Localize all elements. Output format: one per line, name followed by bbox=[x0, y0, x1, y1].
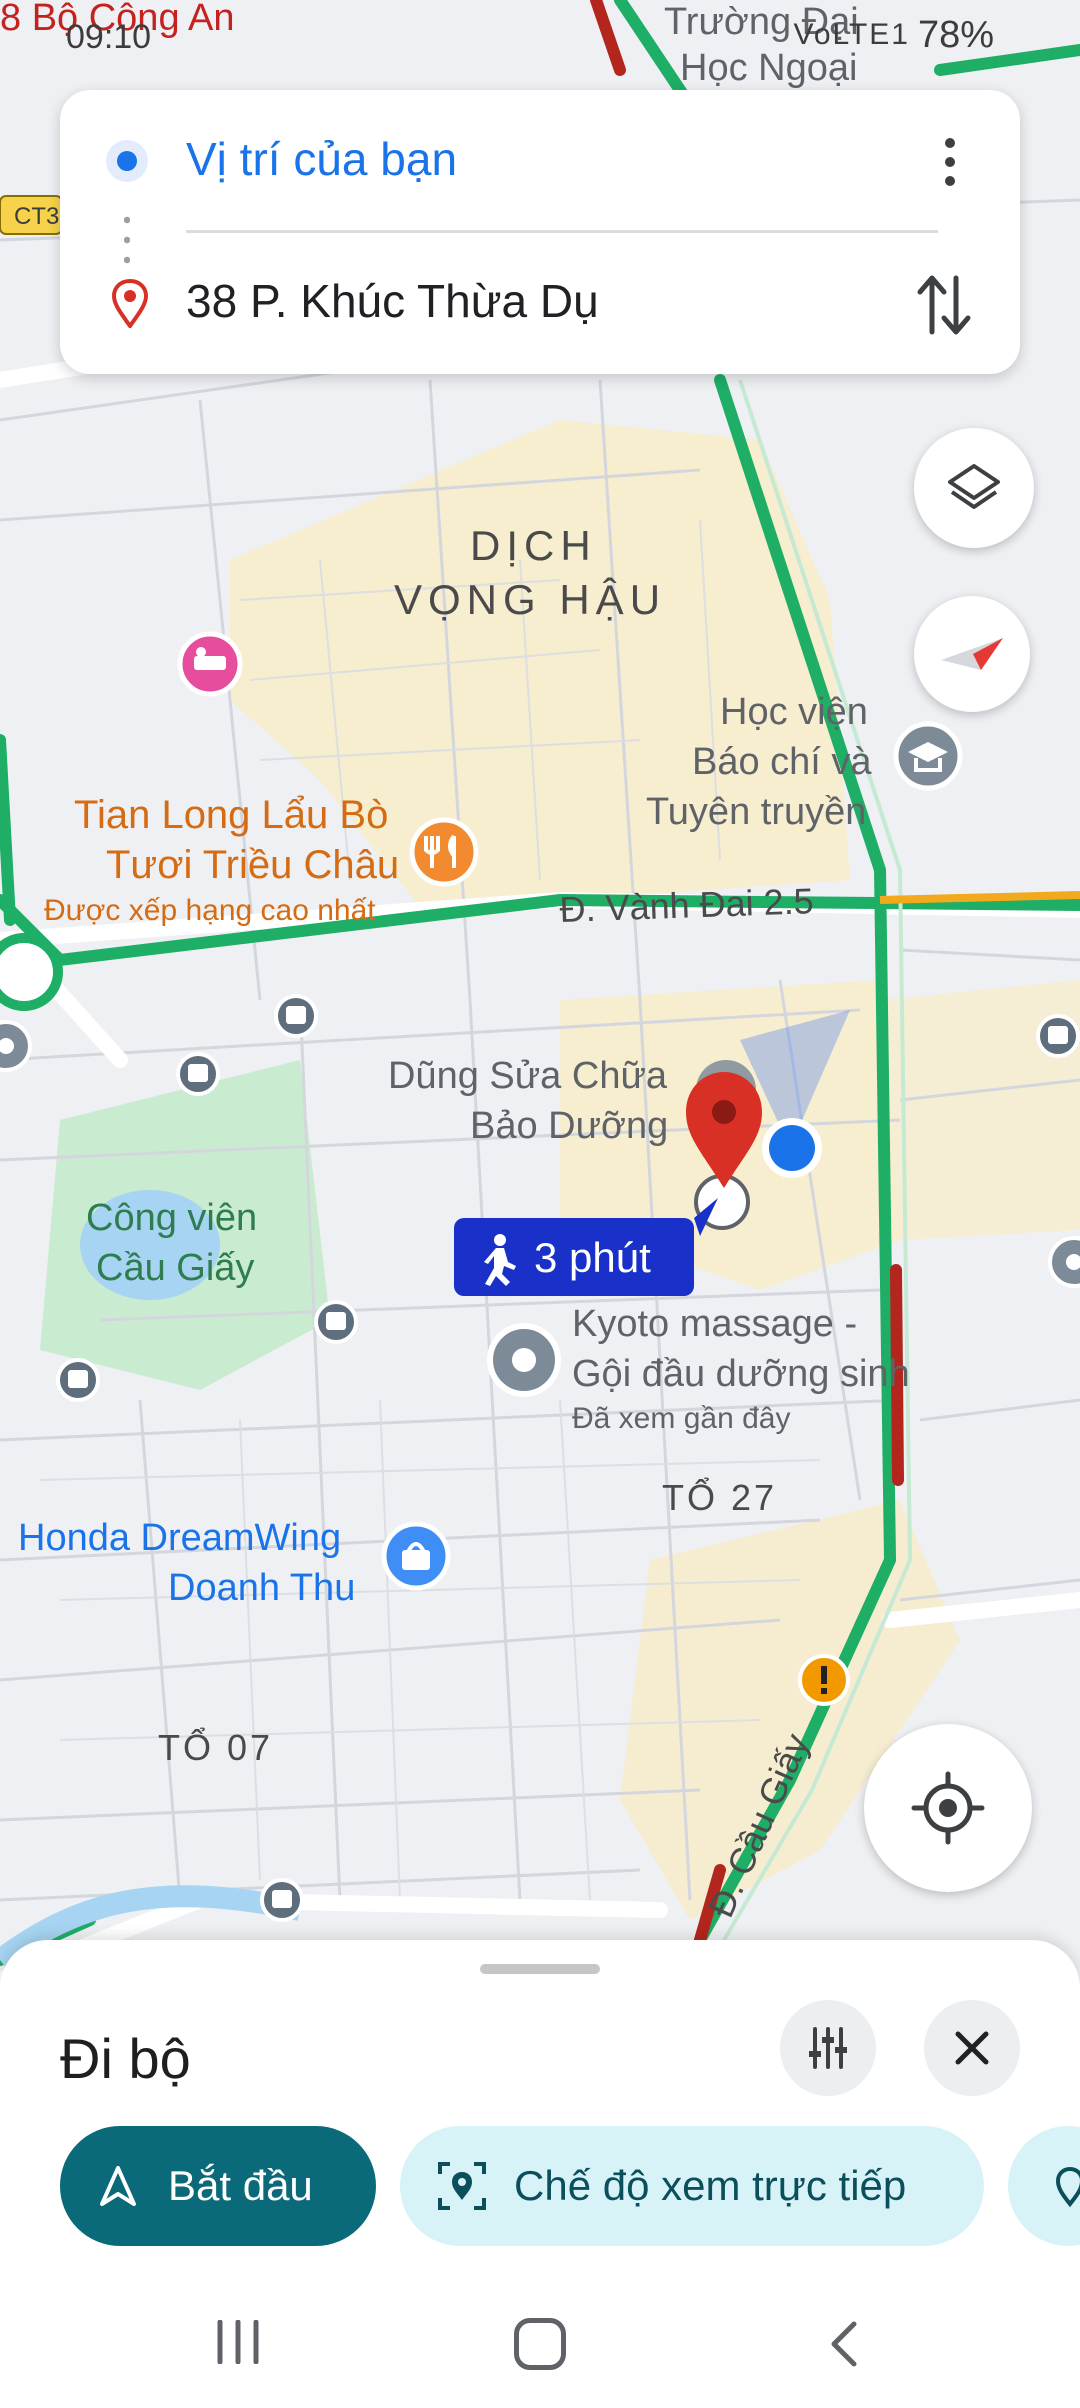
massage-label-line1: Kyoto massage - bbox=[572, 1303, 857, 1345]
honda-label-line1: Honda DreamWing bbox=[18, 1517, 341, 1559]
place-marker-icon[interactable] bbox=[0, 1020, 32, 1072]
route-options-button[interactable] bbox=[780, 2000, 876, 2096]
status-time: 09:10 bbox=[66, 18, 152, 56]
drag-handle[interactable] bbox=[480, 1964, 600, 1974]
user-location-dot bbox=[769, 1125, 815, 1171]
layers-button[interactable] bbox=[914, 428, 1034, 548]
massage-recent-note: Đã xem gần đây bbox=[572, 1402, 790, 1435]
directions-card: Vị trí của bạn 38 P. Khúc Thừa Dụ bbox=[60, 90, 1020, 374]
live-view-button[interactable]: Chế độ xem trực tiếp bbox=[400, 2126, 984, 2246]
start-navigation-button[interactable]: Bắt đầu bbox=[60, 2126, 376, 2246]
my-location-icon bbox=[911, 1771, 985, 1845]
close-icon bbox=[955, 2031, 989, 2065]
bus-stop-icon[interactable] bbox=[274, 994, 318, 1038]
route-connector bbox=[124, 210, 130, 270]
live-view-icon bbox=[438, 2162, 486, 2210]
system-nav-bar bbox=[0, 2280, 1080, 2408]
bus-stop-icon[interactable] bbox=[314, 1300, 358, 1344]
walk-time-text: 3 phút bbox=[534, 1234, 651, 1281]
bus-stop-icon[interactable] bbox=[56, 1358, 100, 1402]
destination-pin-icon bbox=[111, 278, 149, 328]
area-label-to27: TỔ 27 bbox=[662, 1475, 777, 1518]
park-label-line2: Cầu Giấy bbox=[96, 1247, 254, 1289]
more-dot bbox=[945, 157, 955, 167]
bus-stop-icon[interactable] bbox=[176, 1052, 220, 1096]
place-marker-icon[interactable] bbox=[1048, 1236, 1080, 1288]
park-label-line1: Công viên bbox=[86, 1197, 257, 1239]
signal-indicator: VoLTE1 bbox=[793, 18, 910, 51]
repair-shop-label-line1: Dũng Sửa Chữa bbox=[388, 1055, 668, 1097]
compass-button[interactable] bbox=[914, 596, 1030, 712]
restaurant-badge: Được xếp hạng cao nhất bbox=[44, 894, 376, 927]
status-bar: 09:10 VoLTE1 78% bbox=[0, 0, 1080, 70]
my-location-button[interactable] bbox=[864, 1724, 1032, 1892]
destination-field[interactable]: 38 P. Khúc Thừa Dụ bbox=[186, 274, 599, 328]
more-dot bbox=[945, 138, 955, 148]
honda-label-line2: Doanh Thu bbox=[168, 1567, 355, 1609]
hotel-marker-icon[interactable] bbox=[177, 631, 243, 697]
more-dot bbox=[945, 176, 955, 186]
start-label: Bắt đầu bbox=[168, 2162, 313, 2209]
origin-field[interactable]: Vị trí của bạn bbox=[186, 132, 457, 186]
back-button[interactable] bbox=[824, 2320, 864, 2368]
district-label-line2: VỌNG HẬU bbox=[394, 576, 666, 623]
bus-stop-icon[interactable] bbox=[260, 1878, 304, 1922]
swap-direction-button[interactable] bbox=[914, 272, 974, 338]
bus-stop-icon[interactable] bbox=[1036, 1014, 1080, 1058]
saved-place-marker-icon[interactable] bbox=[487, 1323, 561, 1397]
area-label-to07: TỔ 07 bbox=[158, 1725, 273, 1768]
academy-label-line3: Tuyên truyền bbox=[646, 791, 866, 833]
recent-apps-button[interactable] bbox=[214, 2320, 262, 2364]
compass-icon bbox=[941, 638, 1003, 670]
restaurant-marker-icon[interactable] bbox=[409, 817, 479, 887]
more-chip-button[interactable] bbox=[1008, 2126, 1080, 2246]
travel-mode-title: Đi bộ bbox=[60, 2027, 191, 2090]
origin-dot-icon bbox=[106, 140, 148, 182]
ct3-road-label: CT3 bbox=[14, 203, 59, 230]
district-label-line1: DỊCH bbox=[470, 522, 597, 569]
shopping-marker-icon[interactable] bbox=[381, 1521, 451, 1591]
more-options-button[interactable] bbox=[930, 132, 970, 192]
school-marker-icon[interactable] bbox=[893, 721, 963, 791]
place-pin-icon bbox=[1055, 2166, 1080, 2208]
academy-label-line1: Học viện bbox=[720, 691, 868, 733]
traffic-warning-icon[interactable] bbox=[798, 1654, 850, 1706]
home-button[interactable] bbox=[514, 2318, 566, 2370]
massage-label-line2: Gội đầu dưỡng sinh bbox=[572, 1353, 910, 1395]
restaurant-label-line2: Tươi Triều Châu bbox=[106, 843, 399, 887]
navigation-arrow-icon bbox=[100, 2166, 136, 2206]
tune-icon bbox=[809, 2027, 847, 2069]
layers-icon bbox=[948, 464, 1000, 509]
live-view-label: Chế độ xem trực tiếp bbox=[514, 2162, 907, 2209]
repair-shop-label-line2: Bảo Dưỡng bbox=[470, 1105, 668, 1147]
divider bbox=[186, 230, 938, 233]
restaurant-label-line1: Tian Long Lẩu Bò bbox=[74, 793, 388, 837]
close-button[interactable] bbox=[924, 2000, 1020, 2096]
academy-label-line2: Báo chí và bbox=[692, 741, 872, 783]
battery-level: 78% bbox=[917, 14, 994, 56]
